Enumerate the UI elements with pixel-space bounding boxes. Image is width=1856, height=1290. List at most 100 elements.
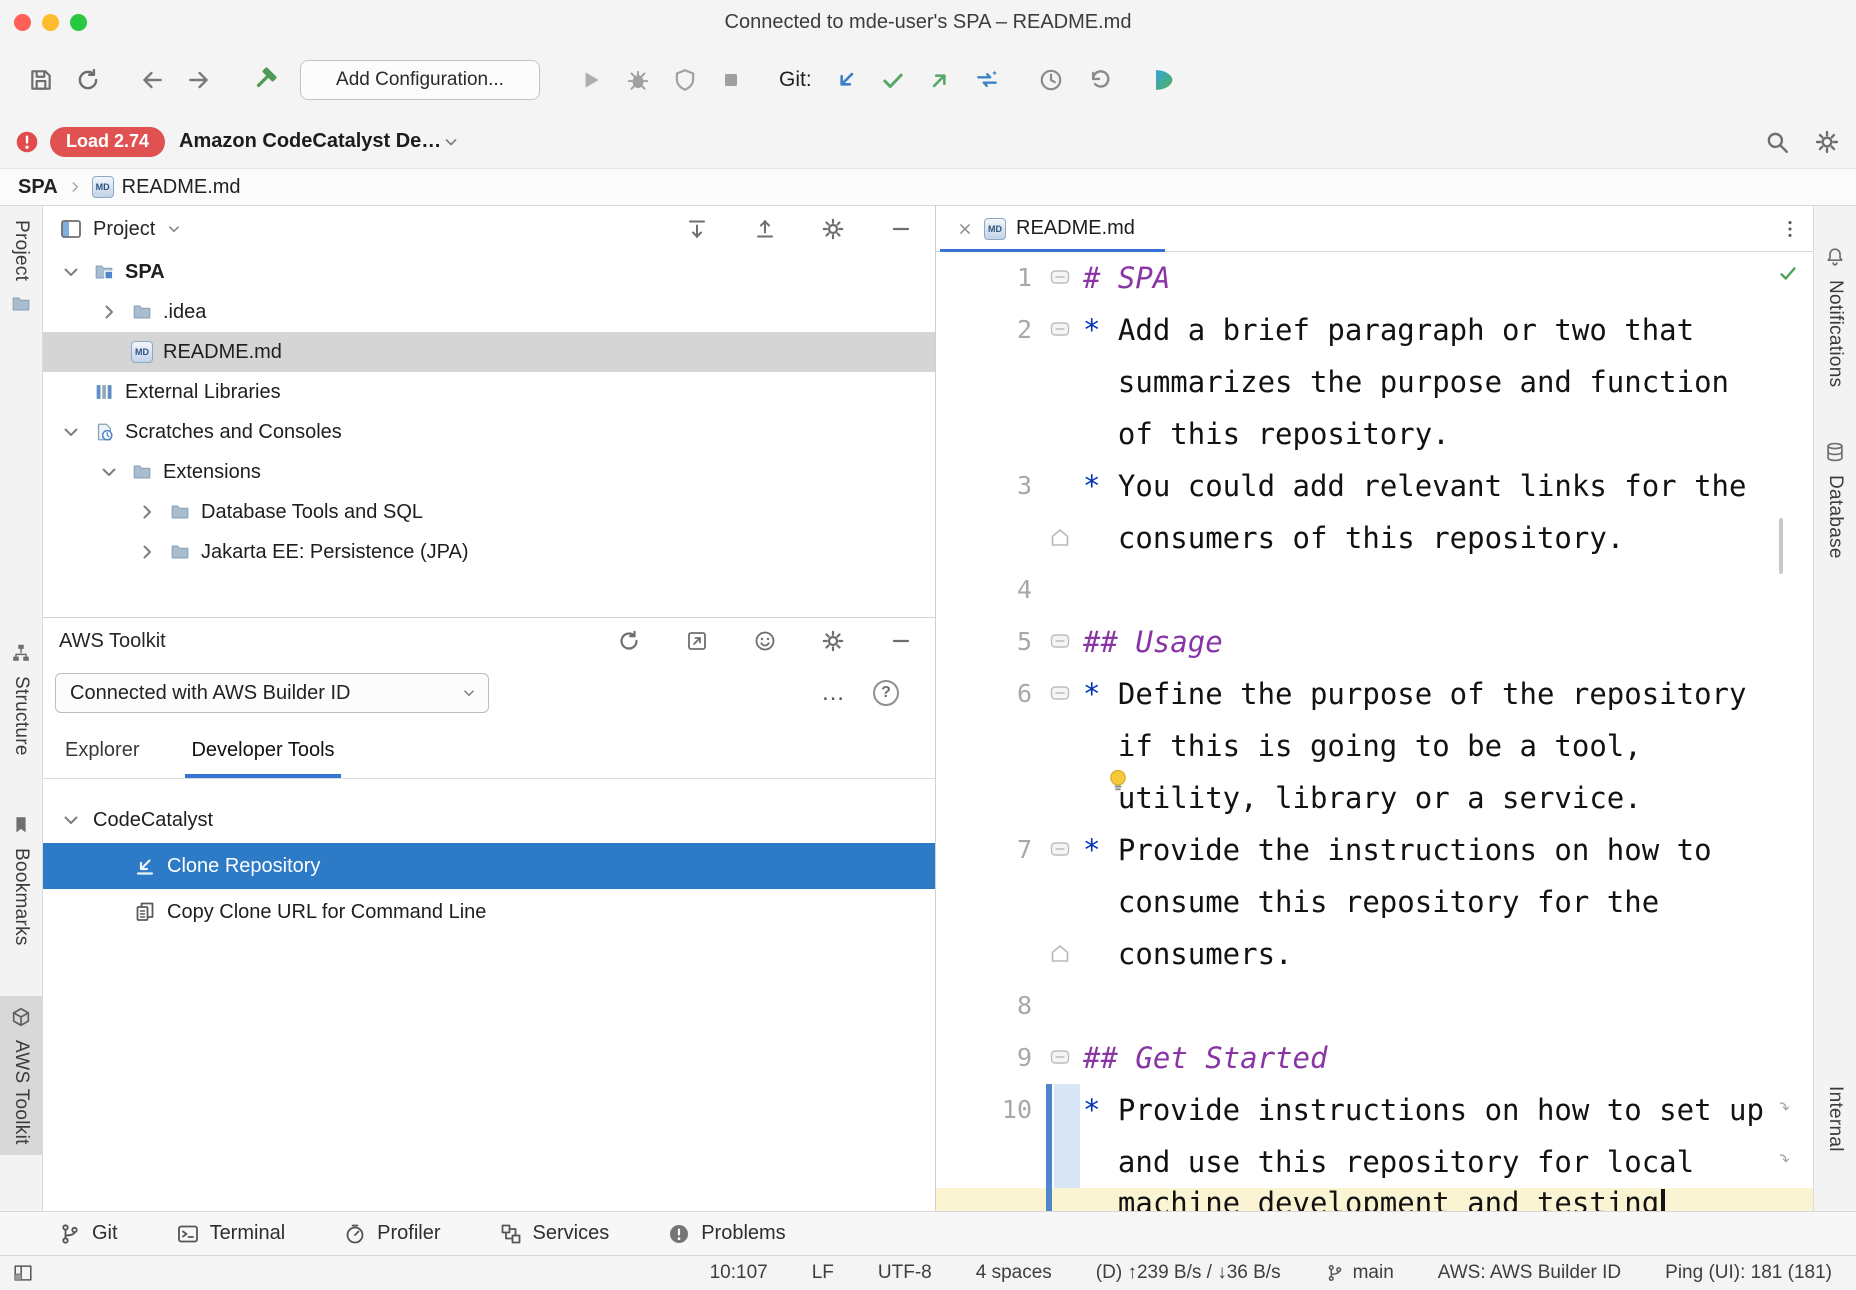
editor-row[interactable]: 8 — [936, 980, 1813, 1032]
close-window-button[interactable] — [14, 14, 31, 31]
tool-stripe-notifications[interactable]: Notifications — [1814, 236, 1856, 397]
aws-tree-row[interactable]: Copy Clone URL for Command Line — [43, 889, 935, 935]
editor-text[interactable]: ## Get Started — [1083, 1032, 1327, 1084]
toolwindow-layout-icon[interactable] — [12, 1262, 34, 1284]
editor-text[interactable]: * You could add relevant links for the — [1083, 460, 1746, 512]
git-push-icon[interactable] — [927, 67, 953, 93]
debug-icon[interactable] — [625, 67, 651, 93]
hide-project-panel-icon[interactable] — [889, 217, 913, 241]
home-gutter-icon[interactable] — [1048, 941, 1072, 965]
handle-gutter-icon[interactable] — [1048, 1045, 1072, 1069]
hide-aws-panel-icon[interactable] — [889, 629, 913, 653]
rollback-icon[interactable] — [1085, 67, 1111, 93]
toolwindow-button-terminal[interactable]: Terminal — [176, 1222, 286, 1246]
project-tree-row[interactable]: Scratches and Consoles — [43, 412, 935, 452]
editor-text[interactable]: ## Usage — [1083, 616, 1223, 668]
editor-row[interactable]: 5## Usage — [936, 616, 1813, 668]
editor-row[interactable]: consumers of this repository. — [936, 512, 1813, 564]
minimize-window-button[interactable] — [42, 14, 59, 31]
error-indicator-icon[interactable] — [14, 129, 40, 155]
editor-row[interactable]: 7* Provide the instructions on how to — [936, 824, 1813, 876]
project-tree-row[interactable]: Jakarta EE: Persistence (JPA) — [43, 532, 935, 572]
tab-developer-tools[interactable]: Developer Tools — [191, 722, 334, 778]
add-configuration-button[interactable]: Add Configuration... — [300, 60, 540, 100]
editor-row[interactable]: consume this repository for the — [936, 876, 1813, 928]
tree-chevron-icon[interactable] — [59, 808, 83, 832]
editor-row[interactable]: 4 — [936, 564, 1813, 616]
project-tree-row[interactable]: External Libraries — [43, 372, 935, 412]
tool-stripe-internal[interactable]: Internal — [1814, 1076, 1856, 1162]
editor-text[interactable]: consume this repository for the — [1083, 876, 1659, 928]
background-task-label[interactable]: Amazon CodeCatalyst De… — [179, 130, 441, 153]
tab-explorer[interactable]: Explorer — [65, 722, 139, 778]
editor-text[interactable]: consumers. — [1083, 928, 1293, 980]
toolwindow-button-git[interactable]: Git — [58, 1222, 118, 1246]
status-widget[interactable]: (D) ↑239 B/s / ↓36 B/s — [1096, 1262, 1281, 1284]
aws-refresh-icon[interactable] — [617, 629, 641, 653]
editor-text[interactable]: machine development and testing — [1083, 1188, 1665, 1211]
editor-scrollbar[interactable] — [1779, 518, 1783, 574]
project-tree-row[interactable]: MDREADME.md — [43, 332, 935, 372]
editor-tab-readme[interactable]: MD README.md — [940, 206, 1165, 252]
aws-tree-row[interactable]: CodeCatalyst — [43, 797, 935, 843]
project-tree-row[interactable]: SPA — [43, 252, 935, 292]
search-icon[interactable] — [1764, 129, 1790, 155]
editor-text[interactable]: # SPA — [1083, 252, 1170, 304]
save-all-icon[interactable] — [28, 67, 54, 93]
breadcrumb-project[interactable]: SPA — [18, 176, 58, 199]
editor-text[interactable]: of this repository. — [1083, 408, 1450, 460]
editor-text[interactable]: * Add a brief paragraph or two that — [1083, 304, 1694, 356]
project-tree-row[interactable]: .idea — [43, 292, 935, 332]
editor-row[interactable]: summarizes the purpose and function — [936, 356, 1813, 408]
handle-gutter-icon[interactable] — [1048, 629, 1072, 653]
tree-chevron-icon[interactable] — [135, 500, 159, 524]
toolwindow-button-profiler[interactable]: Profiler — [343, 1222, 440, 1246]
aws-tree-row[interactable]: Clone Repository — [43, 843, 935, 889]
editor-body[interactable]: 1# SPA2* Add a brief paragraph or two th… — [936, 252, 1813, 1211]
toolwindow-button-problems[interactable]: Problems — [667, 1222, 785, 1246]
coverage-icon[interactable] — [672, 67, 698, 93]
status-widget[interactable]: 4 spaces — [976, 1262, 1052, 1284]
editor-row[interactable]: 6* Define the purpose of the repository — [936, 668, 1813, 720]
breadcrumb-file[interactable]: README.md — [122, 176, 241, 199]
editor-row[interactable]: machine development and testing — [936, 1188, 1813, 1211]
tool-stripe-structure[interactable]: Structure — [0, 632, 42, 766]
editor-row[interactable]: 3* You could add relevant links for the — [936, 460, 1813, 512]
editor-row[interactable]: utility, library or a service. — [936, 772, 1813, 824]
git-update-icon[interactable] — [833, 67, 859, 93]
run-anything-icon[interactable] — [1149, 66, 1177, 94]
editor-text[interactable]: * Define the purpose of the repository — [1083, 668, 1746, 720]
editor-row[interactable]: 2* Add a brief paragraph or two that — [936, 304, 1813, 356]
home-gutter-icon[interactable] — [1048, 525, 1072, 549]
tree-chevron-icon[interactable] — [135, 540, 159, 564]
editor-row[interactable]: of this repository. — [936, 408, 1813, 460]
back-icon[interactable] — [139, 67, 165, 93]
history-icon[interactable] — [1038, 67, 1064, 93]
stop-icon[interactable] — [719, 68, 743, 92]
aws-feedback-icon[interactable] — [753, 629, 777, 653]
expand-all-icon[interactable] — [685, 217, 709, 241]
editor-row[interactable]: 1# SPA — [936, 252, 1813, 304]
build-icon[interactable] — [250, 66, 278, 94]
tool-stripe-project[interactable]: Project — [0, 210, 42, 325]
task-chevron-icon[interactable] — [441, 132, 461, 152]
git-commit-icon[interactable] — [880, 67, 906, 93]
editor-text[interactable]: consumers of this repository. — [1083, 512, 1624, 564]
aws-more-button[interactable]: … — [817, 679, 849, 707]
project-panel-title[interactable]: Project — [93, 218, 155, 241]
zoom-window-button[interactable] — [70, 14, 87, 31]
run-icon[interactable] — [578, 67, 604, 93]
tree-chevron-icon[interactable] — [97, 460, 121, 484]
editor-text[interactable]: if this is going to be a tool, — [1083, 720, 1642, 772]
inspections-ok-icon[interactable] — [1777, 262, 1799, 284]
editor-text[interactable]: utility, library or a service. — [1083, 772, 1642, 824]
editor-text[interactable]: and use this repository for local — [1083, 1136, 1694, 1188]
settings-icon[interactable] — [1814, 129, 1840, 155]
tree-chevron-icon[interactable] — [59, 420, 83, 444]
status-widget[interactable]: AWS: AWS Builder ID — [1438, 1262, 1621, 1284]
forward-icon[interactable] — [186, 67, 212, 93]
tree-chevron-icon[interactable] — [59, 260, 83, 284]
handle-gutter-icon[interactable] — [1048, 265, 1072, 289]
toolwindow-button-services[interactable]: Services — [499, 1222, 610, 1246]
status-widget[interactable]: 10:107 — [710, 1262, 768, 1284]
